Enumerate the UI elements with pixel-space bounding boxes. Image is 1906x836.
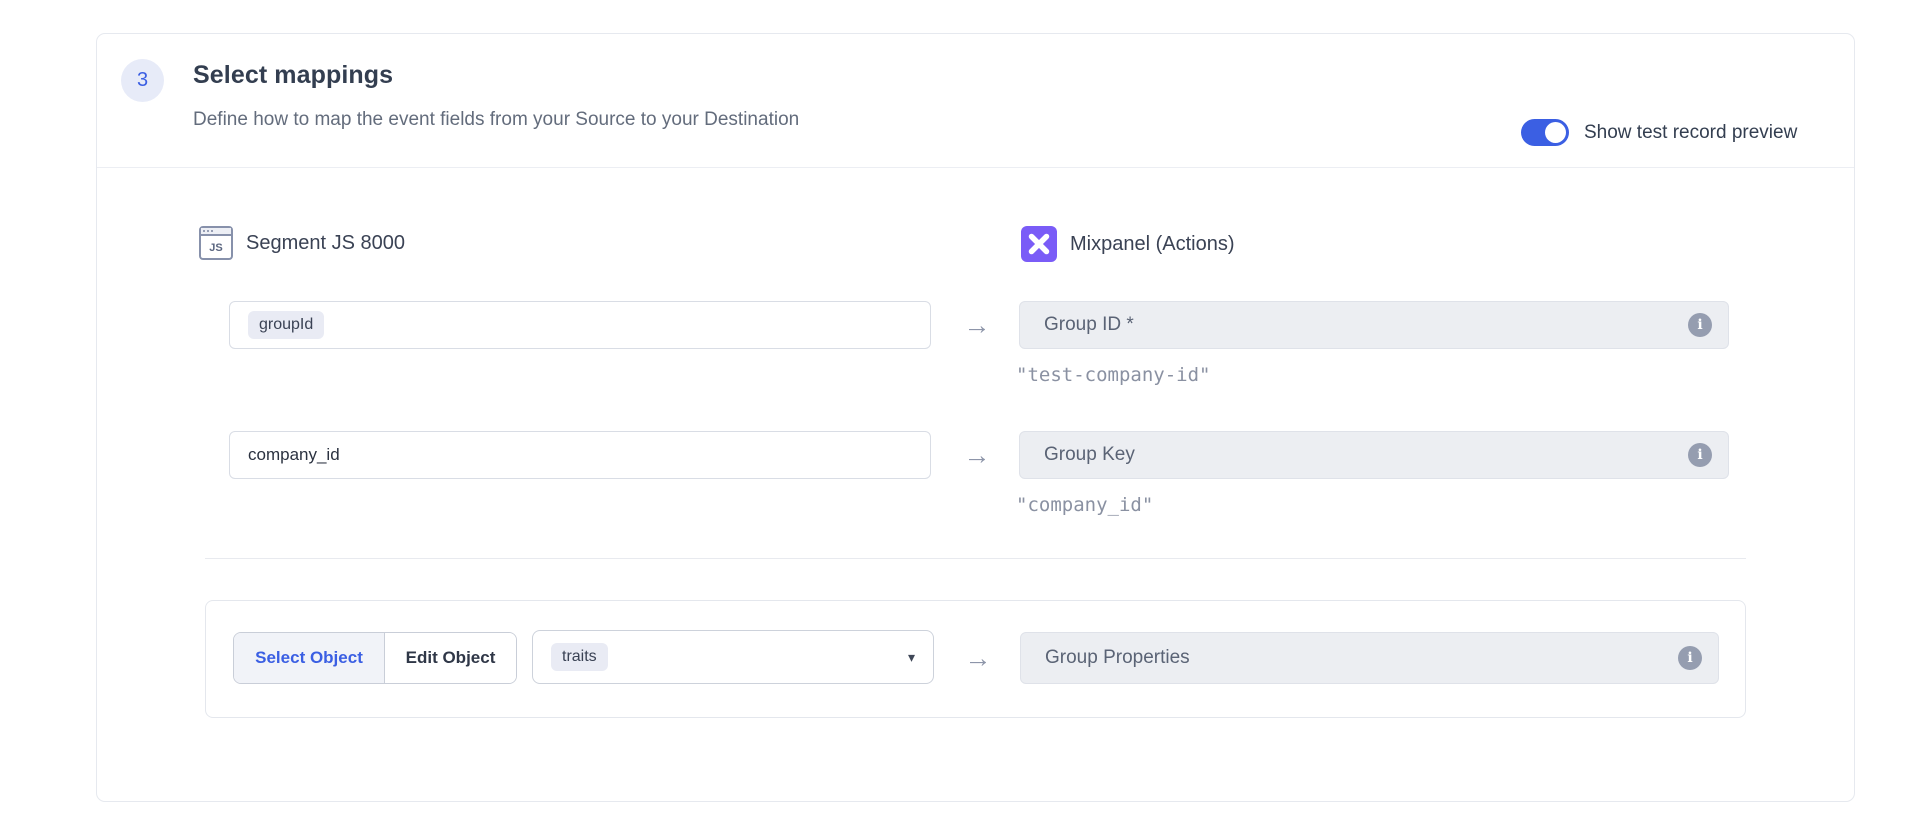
object-mode-button-group: Select Object Edit Object <box>233 632 517 684</box>
source-field-value: company_id <box>248 445 340 465</box>
mapping-arrow-icon: → <box>954 632 1002 684</box>
header-divider <box>97 167 1854 168</box>
select-mappings-card: 3 Select mappings Define how to map the … <box>96 33 1855 802</box>
test-record-preview-value: "test-company-id" <box>1016 364 1210 386</box>
object-mapping-section: Select Object Edit Object traits ▾ → Gro… <box>205 600 1746 718</box>
toggle-knob <box>1545 122 1566 143</box>
destination-field-label: Group ID * <box>1044 314 1688 336</box>
show-test-record-toggle-label: Show test record preview <box>1584 122 1797 144</box>
mixpanel-icon <box>1021 226 1057 262</box>
source-field-input-groupid[interactable]: groupId <box>229 301 931 349</box>
destination-field-group-key: Group Key i <box>1019 431 1729 479</box>
destination-field-label: Group Properties <box>1045 647 1678 669</box>
select-object-button[interactable]: Select Object <box>234 633 385 683</box>
chevron-down-icon: ▾ <box>908 649 915 666</box>
destination-field-group-id: Group ID * i <box>1019 301 1729 349</box>
edit-object-button[interactable]: Edit Object <box>385 633 516 683</box>
page-title: Select mappings <box>193 61 393 90</box>
source-js-browser-icon: JS <box>199 226 233 260</box>
browser-titlebar <box>201 228 231 236</box>
js-icon-label: JS <box>201 238 231 258</box>
source-token-chip[interactable]: groupId <box>248 311 324 339</box>
destination-field-label: Group Key <box>1044 444 1688 466</box>
test-record-preview-value: "company_id" <box>1016 494 1153 516</box>
source-field-input-company-id[interactable]: company_id <box>229 431 931 479</box>
destination-name: Mixpanel (Actions) <box>1070 233 1235 256</box>
mapping-arrow-icon: → <box>953 301 1001 349</box>
dropdown-selected-chip: traits <box>551 643 608 671</box>
info-icon[interactable]: i <box>1688 313 1712 337</box>
source-connector: JS Segment JS 8000 <box>199 226 405 260</box>
mapping-arrow-icon: → <box>953 431 1001 479</box>
object-source-dropdown[interactable]: traits ▾ <box>532 630 934 684</box>
section-divider <box>205 558 1746 559</box>
show-test-record-toggle[interactable] <box>1521 119 1569 146</box>
info-icon[interactable]: i <box>1688 443 1712 467</box>
page-subtitle: Define how to map the event fields from … <box>193 109 799 131</box>
destination-field-group-properties: Group Properties i <box>1020 632 1719 684</box>
source-name: Segment JS 8000 <box>246 232 405 255</box>
info-icon[interactable]: i <box>1678 646 1702 670</box>
step-number-badge: 3 <box>121 59 164 102</box>
destination-connector: Mixpanel (Actions) <box>1021 226 1235 262</box>
